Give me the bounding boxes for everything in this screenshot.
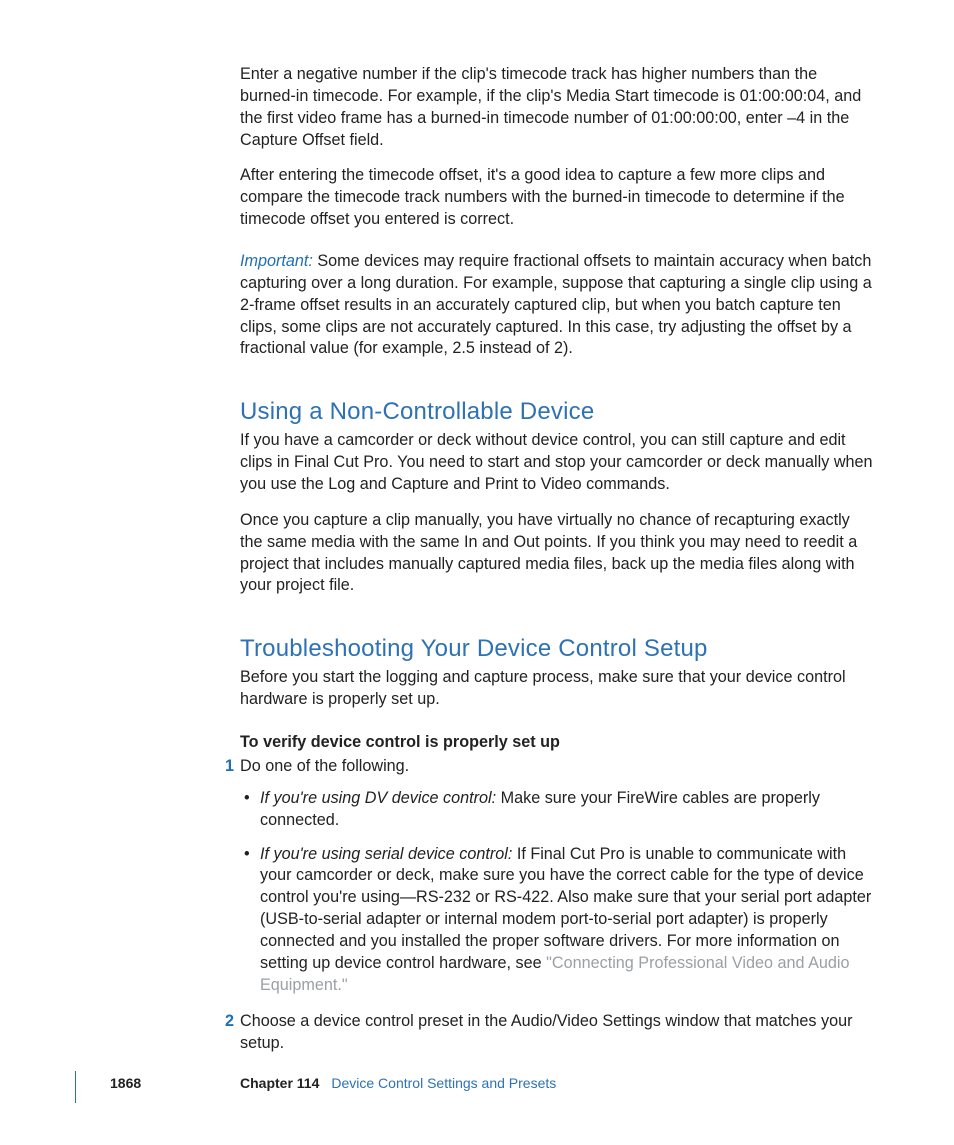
paragraph: If you have a camcorder or deck without … (240, 430, 874, 496)
bullet-item: • If you're using serial device control:… (240, 844, 874, 997)
bullet-lead: If you're using serial device control: (260, 845, 517, 863)
bullet-list: • If you're using DV device control: Mak… (240, 788, 874, 997)
step-text: Do one of the following. (240, 757, 409, 775)
footer-rule (75, 1071, 76, 1103)
important-body: Some devices may require fractional offs… (240, 252, 872, 357)
page: Enter a negative number if the clip's ti… (0, 0, 954, 1145)
chapter-label: Chapter 114 (240, 1075, 319, 1091)
page-number: 1868 (110, 1075, 141, 1091)
heading-non-controllable: Using a Non-Controllable Device (240, 398, 874, 426)
page-footer: 1868 Chapter 114 Device Control Settings … (0, 1075, 954, 1099)
paragraph: Before you start the logging and capture… (240, 667, 874, 711)
step-2: 2 Choose a device control preset in the … (240, 1011, 874, 1055)
bullet-dot-icon: • (244, 844, 250, 866)
paragraph: Enter a negative number if the clip's ti… (240, 64, 874, 151)
procedure-title: To verify device control is properly set… (240, 733, 874, 752)
chapter-title: Device Control Settings and Presets (331, 1075, 556, 1091)
bullet-item: • If you're using DV device control: Mak… (240, 788, 874, 832)
bullet-dot-icon: • (244, 788, 250, 810)
bullet-lead: If you're using DV device control: (260, 789, 501, 807)
important-note: Important: Some devices may require frac… (240, 251, 874, 360)
important-label: Important: (240, 252, 317, 270)
step-text: Choose a device control preset in the Au… (240, 1012, 853, 1052)
chapter-ref: Chapter 114 Device Control Settings and P… (240, 1075, 556, 1091)
step-number: 1 (214, 756, 234, 778)
bullet-body: If Final Cut Pro is unable to communicat… (260, 845, 871, 972)
step-number: 2 (214, 1011, 234, 1033)
paragraph: Once you capture a clip manually, you ha… (240, 510, 874, 597)
step-1: 1 Do one of the following. • If you're u… (240, 756, 874, 997)
paragraph: After entering the timecode offset, it's… (240, 165, 874, 231)
heading-troubleshooting: Troubleshooting Your Device Control Setu… (240, 635, 874, 663)
